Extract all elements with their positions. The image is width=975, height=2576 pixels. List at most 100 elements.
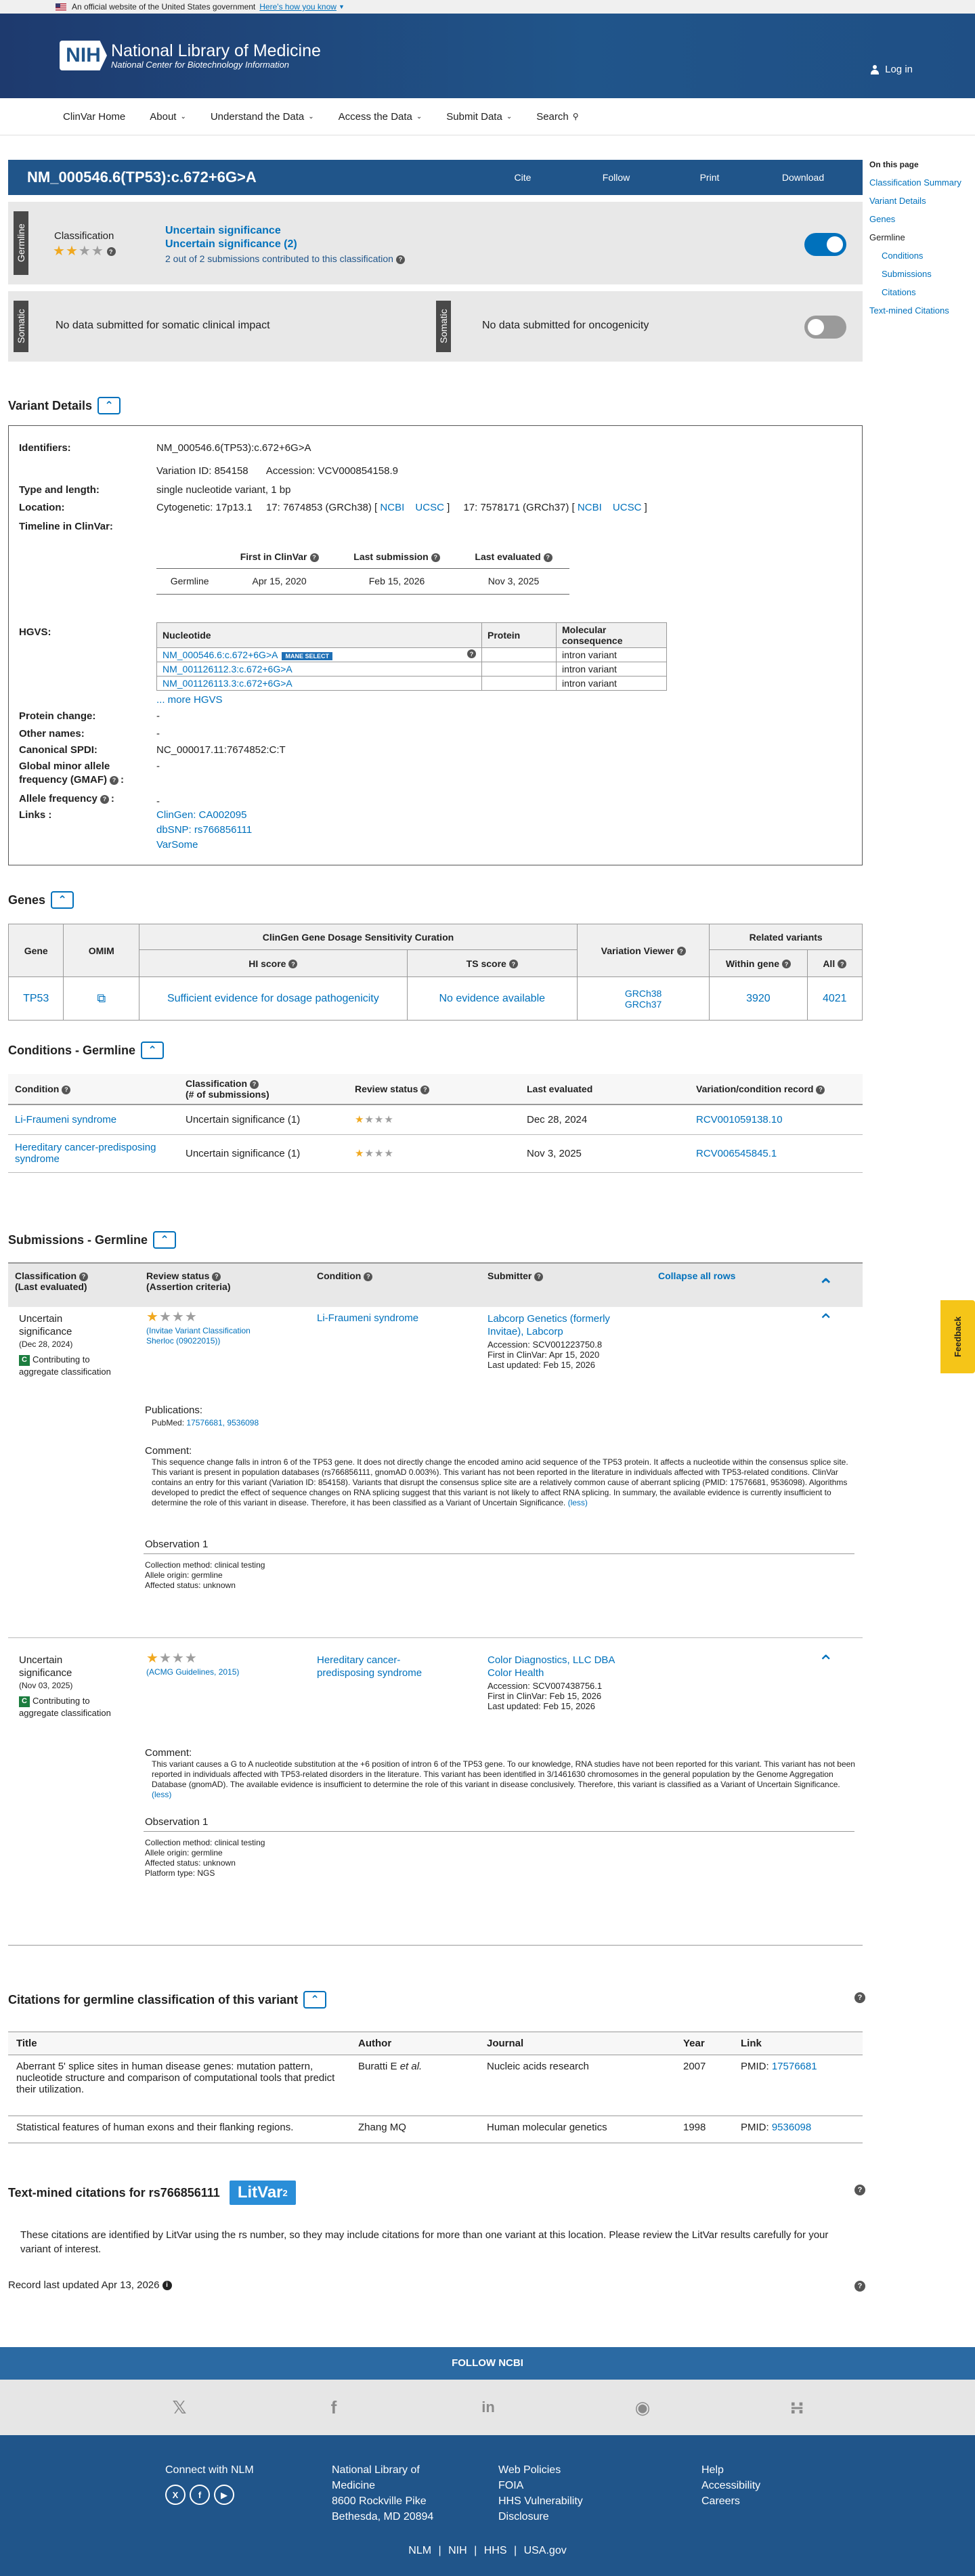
feedback-button[interactable]: Feedback <box>940 1300 975 1373</box>
submission-condition-link[interactable]: Li-Fraumeni syndrome <box>317 1312 418 1324</box>
help-icon[interactable]: ? <box>110 775 119 785</box>
submitter-link[interactable]: Labcorp Genetics (formerly Invitae), Labc… <box>488 1312 610 1338</box>
help-icon[interactable]: ? <box>854 2185 865 2195</box>
help-icon[interactable]: ? <box>250 1079 259 1089</box>
nav-search[interactable]: Search ⚲ <box>536 111 578 123</box>
collapse-button[interactable]: ⌃ <box>303 1991 327 2009</box>
grch38-viewer-link[interactable]: GRCh38 <box>625 988 662 999</box>
help-link[interactable]: Help <box>701 2464 724 2476</box>
assertion-criteria-link[interactable]: (ACMG Guidelines, 2015) <box>146 1667 239 1677</box>
help-icon[interactable]: ? <box>467 649 476 658</box>
github-icon[interactable]: ◉ <box>631 2396 654 2419</box>
nav-about[interactable]: About ⌄ <box>150 111 186 123</box>
litvar-logo[interactable]: LitVar 2 <box>229 2181 296 2205</box>
sidebar-item-text-mined-citations[interactable]: Text-mined Citations <box>869 305 971 316</box>
classification-value[interactable]: Uncertain significance <box>165 225 281 237</box>
classification-count[interactable]: Uncertain significance (2) <box>165 238 297 251</box>
ucsc-link-grch38[interactable]: UCSC <box>415 502 444 513</box>
help-icon[interactable]: ? <box>534 1272 544 1281</box>
clingen-link[interactable]: ClinGen: CA002095 <box>156 809 246 821</box>
help-icon[interactable]: ? <box>288 960 298 969</box>
help-icon[interactable]: ? <box>782 960 792 969</box>
collapse-all-rows-link[interactable]: Collapse all rows <box>658 1270 735 1281</box>
nav-clinvar-home[interactable]: ClinVar Home <box>63 111 125 123</box>
sidebar-item-genes[interactable]: Genes <box>869 214 971 224</box>
help-icon[interactable]: ? <box>676 947 686 956</box>
chevron-up-icon[interactable]: ⌃ <box>818 1651 833 1673</box>
more-hgvs-link[interactable]: ... more HGVS <box>156 694 223 706</box>
nlm-address-link[interactable]: Medicine <box>332 2480 375 2491</box>
rss-icon[interactable]: ∺ <box>785 2396 808 2419</box>
sidebar-item-conditions[interactable]: Conditions <box>869 251 971 261</box>
hgvs-nucleotide-link[interactable]: NM_001126113.3:c.672+6G>A <box>162 678 292 689</box>
chevron-up-icon[interactable]: ⌃ <box>818 1274 833 1297</box>
help-icon[interactable]: ? <box>395 255 405 264</box>
careers-link[interactable]: Careers <box>701 2495 740 2507</box>
external-link-icon[interactable]: ⧉ <box>97 991 106 1005</box>
nlm-x-twitter-icon[interactable]: X <box>165 2485 186 2505</box>
somatic-toggle[interactable] <box>804 316 846 339</box>
help-icon[interactable]: ? <box>62 1085 71 1094</box>
cite-button[interactable]: Cite <box>489 172 557 183</box>
varsome-link[interactable]: VarSome <box>156 839 198 851</box>
submitter-link[interactable]: Color Diagnostics, LLC DBA Color Health <box>488 1654 615 1679</box>
nav-submit-data[interactable]: Submit Data ⌄ <box>446 111 512 123</box>
condition-link[interactable]: Hereditary cancer-predisposing syndrome <box>15 1142 156 1165</box>
help-icon[interactable]: ? <box>543 553 552 562</box>
help-icon[interactable]: ? <box>106 247 116 257</box>
help-icon[interactable]: ? <box>364 1272 373 1281</box>
ts-score-link[interactable]: No evidence available <box>439 993 545 1004</box>
heres-how-link[interactable]: Here's how you know <box>259 2 337 12</box>
sidebar-item-variant-details[interactable]: Variant Details <box>869 196 971 206</box>
less-link[interactable]: (less) <box>568 1498 588 1507</box>
help-icon[interactable]: ? <box>100 794 109 804</box>
all-variants-link[interactable]: 4021 <box>823 993 847 1004</box>
print-button[interactable]: Print <box>676 172 743 183</box>
germline-toggle[interactable] <box>804 233 846 256</box>
web-policies-link[interactable]: Web Policies <box>498 2464 561 2476</box>
usa-gov-link[interactable]: USA.gov <box>524 2545 567 2556</box>
hgvs-nucleotide-link[interactable]: NM_001126112.3:c.672+6G>A <box>162 664 292 674</box>
collapse-button[interactable]: ⌃ <box>141 1042 165 1059</box>
nav-understand-data[interactable]: Understand the Data ⌄ <box>211 111 314 123</box>
foia-link[interactable]: FOIA <box>498 2480 523 2491</box>
condition-link[interactable]: Li-Fraumeni syndrome <box>15 1114 116 1125</box>
help-icon[interactable]: ? <box>431 553 440 562</box>
facebook-icon[interactable]: f <box>322 2396 345 2419</box>
help-icon[interactable]: ? <box>420 1085 430 1094</box>
accessibility-link[interactable]: Accessibility <box>701 2480 760 2491</box>
nlm-address-link[interactable]: National Library of <box>332 2464 420 2476</box>
sidebar-item-citations[interactable]: Citations <box>869 287 971 297</box>
disclosure-link[interactable]: Disclosure <box>498 2511 549 2523</box>
nih-logo[interactable]: NIH National Library of Medicine Nationa… <box>60 41 321 70</box>
dbsnp-link[interactable]: dbSNP: rs766856111 <box>156 824 252 836</box>
help-icon[interactable]: ? <box>854 2281 865 2292</box>
collapse-button[interactable]: ⌃ <box>98 397 121 414</box>
hhs-vulnerability-link[interactable]: HHS Vulnerability <box>498 2495 583 2507</box>
nih-link[interactable]: NIH <box>448 2545 467 2556</box>
help-icon[interactable]: ? <box>838 960 847 969</box>
sidebar-item-submissions[interactable]: Submissions <box>869 269 971 279</box>
collapse-button[interactable]: ⌃ <box>153 1231 177 1249</box>
info-icon[interactable]: i <box>162 2280 172 2290</box>
rcv-link[interactable]: RCV001059138.10 <box>696 1114 783 1125</box>
pmid-link[interactable]: 9536098 <box>772 2122 811 2133</box>
nlm-facebook-icon[interactable]: f <box>190 2485 210 2505</box>
sidebar-item-classification-summary[interactable]: Classification Summary <box>869 177 971 188</box>
pmid-link[interactable]: 17576681 <box>772 2061 817 2072</box>
help-icon[interactable]: ? <box>508 960 518 969</box>
help-icon[interactable]: ? <box>854 1992 865 2003</box>
less-link[interactable]: (less) <box>152 1790 171 1799</box>
nav-access-data[interactable]: Access the Data ⌄ <box>339 111 422 123</box>
grch37-viewer-link[interactable]: GRCh37 <box>625 999 662 1010</box>
help-icon[interactable]: ? <box>212 1272 221 1281</box>
help-icon[interactable]: ? <box>816 1085 825 1094</box>
ncbi-link-grch38[interactable]: NCBI <box>380 502 404 513</box>
linkedin-icon[interactable]: in <box>477 2396 500 2419</box>
nlm-youtube-icon[interactable]: ▶ <box>214 2485 234 2505</box>
follow-button[interactable]: Follow <box>582 172 650 183</box>
hi-score-link[interactable]: Sufficient evidence for dosage pathogeni… <box>167 993 379 1004</box>
x-twitter-icon[interactable]: 𝕏 <box>168 2396 191 2419</box>
ucsc-link-grch37[interactable]: UCSC <box>613 502 642 513</box>
download-button[interactable]: Download <box>769 172 837 183</box>
